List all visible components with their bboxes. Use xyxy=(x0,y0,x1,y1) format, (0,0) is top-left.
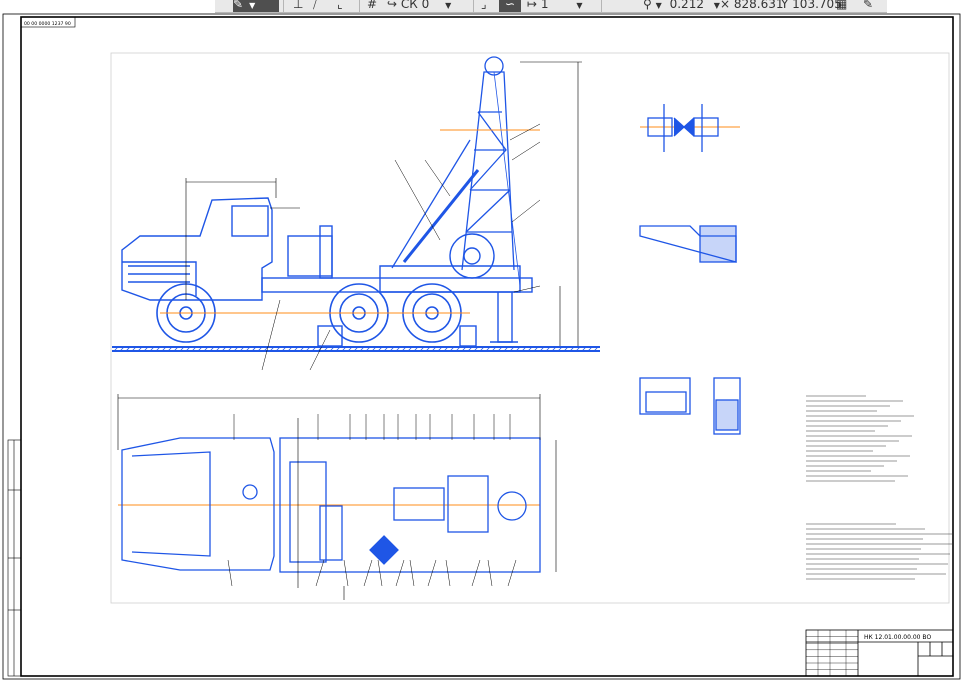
top-wheel-hub xyxy=(242,484,258,500)
top-gearbox xyxy=(319,505,343,561)
corner-tool-button[interactable]: ⌞ xyxy=(337,0,343,12)
top-view-dimensions xyxy=(117,394,557,600)
engine-block xyxy=(319,225,333,279)
dropdown-chevron-icon: ▼ xyxy=(445,1,452,10)
snap-tool-button[interactable]: ∽ xyxy=(499,0,521,12)
side-view-dimensions xyxy=(185,61,582,346)
snap-icon: ∽ xyxy=(504,0,516,11)
coordinate-system-icon: ↪ xyxy=(387,0,398,11)
top-diamond xyxy=(369,535,399,565)
zoom-value: 0.212 xyxy=(669,0,704,11)
dropdown-chevron-icon: ▼ xyxy=(249,1,256,10)
cable xyxy=(493,71,521,287)
coord-x-value: 828.631 xyxy=(733,0,784,11)
document-code: НК 12.01.00.00.00 ВО xyxy=(864,634,932,641)
drawing-canvas[interactable]: 00 00 0000 1237 90 НК 12.01.00.00.00 ВО xyxy=(0,12,963,683)
axis-center-lines xyxy=(118,126,740,506)
title-block-grid xyxy=(806,630,858,676)
truck-hood xyxy=(122,261,197,296)
coordinate-system-select[interactable]: ↪ СК 0 ▼ xyxy=(387,0,467,12)
coord-y-value: 103.705 xyxy=(792,0,842,11)
truck-grille xyxy=(128,265,190,283)
coord-y-readout: Y 103.705 xyxy=(781,0,842,12)
edit-tool-button[interactable]: ✎ xyxy=(863,0,873,12)
x-axis-icon: × xyxy=(720,0,731,11)
section-detail-middle xyxy=(639,225,737,263)
y-axis-icon: Y xyxy=(781,0,789,11)
magnifier-icon: ⚲ xyxy=(643,0,652,11)
hatch-tool-button[interactable]: ⧸ xyxy=(313,0,317,12)
support-blocks xyxy=(317,325,477,347)
zoom-select[interactable]: ⚲ ▼ 0.212 ▼ xyxy=(643,0,720,12)
section-detail-bottom xyxy=(639,377,741,435)
pencil-icon: ✎ xyxy=(233,0,244,11)
pencil-tool-button[interactable]: ✎ ▼ xyxy=(233,0,279,12)
mast-base xyxy=(379,265,521,293)
perpendicular-icon: ⊥ xyxy=(293,0,304,11)
top-mast-head xyxy=(497,491,527,521)
chassis-frame xyxy=(261,277,533,293)
line-style-value: 1 xyxy=(540,0,549,11)
truck-side-view xyxy=(121,197,533,343)
dropdown-chevron-icon: ▼ xyxy=(655,1,662,10)
hydraulic-cylinder xyxy=(402,169,480,263)
top-rotor xyxy=(447,475,489,533)
line-style-select[interactable]: ↦ 1 ▼ xyxy=(527,0,597,12)
sheet-mark-text: 00 00 0000 1237 90 xyxy=(24,21,71,27)
drum xyxy=(449,233,495,279)
outrigger xyxy=(497,292,513,343)
top-cab xyxy=(121,437,275,571)
coordinate-system-value: СК 0 xyxy=(400,0,430,11)
orthogonal-icon: ⌟ xyxy=(481,0,487,11)
left-margin-table xyxy=(7,439,22,677)
grid-icon: # xyxy=(367,0,378,11)
corner-icon: ⌞ xyxy=(337,0,343,11)
drawing-area-frame xyxy=(110,52,950,604)
coord-x-readout: × 828.631 xyxy=(720,0,784,12)
mast-brace xyxy=(391,139,471,269)
hatch-icon: ⧸ xyxy=(313,0,318,11)
top-pump xyxy=(393,487,445,521)
dropdown-chevron-icon: ▼ xyxy=(576,1,583,10)
drilling-mast xyxy=(391,56,521,287)
drum-hub xyxy=(463,247,481,265)
top-view-leaders xyxy=(227,414,517,587)
section-detail-top xyxy=(647,104,719,152)
technical-notes xyxy=(806,395,954,580)
line-style-icon: ↦ xyxy=(527,0,538,11)
grid-toggle-button[interactable]: # xyxy=(367,0,377,12)
orthogonal-tool-button[interactable]: ⌟ xyxy=(481,0,487,12)
perpendicular-tool-button[interactable]: ⊥ xyxy=(293,0,303,12)
top-hood xyxy=(131,451,211,557)
pencil-icon: ✎ xyxy=(863,0,874,11)
calculator-icon: ▦ xyxy=(836,0,848,11)
truck-cab xyxy=(121,197,273,301)
calculator-button[interactable]: ▦ xyxy=(836,0,847,12)
engine-box xyxy=(287,235,333,277)
cab-window xyxy=(231,205,269,237)
